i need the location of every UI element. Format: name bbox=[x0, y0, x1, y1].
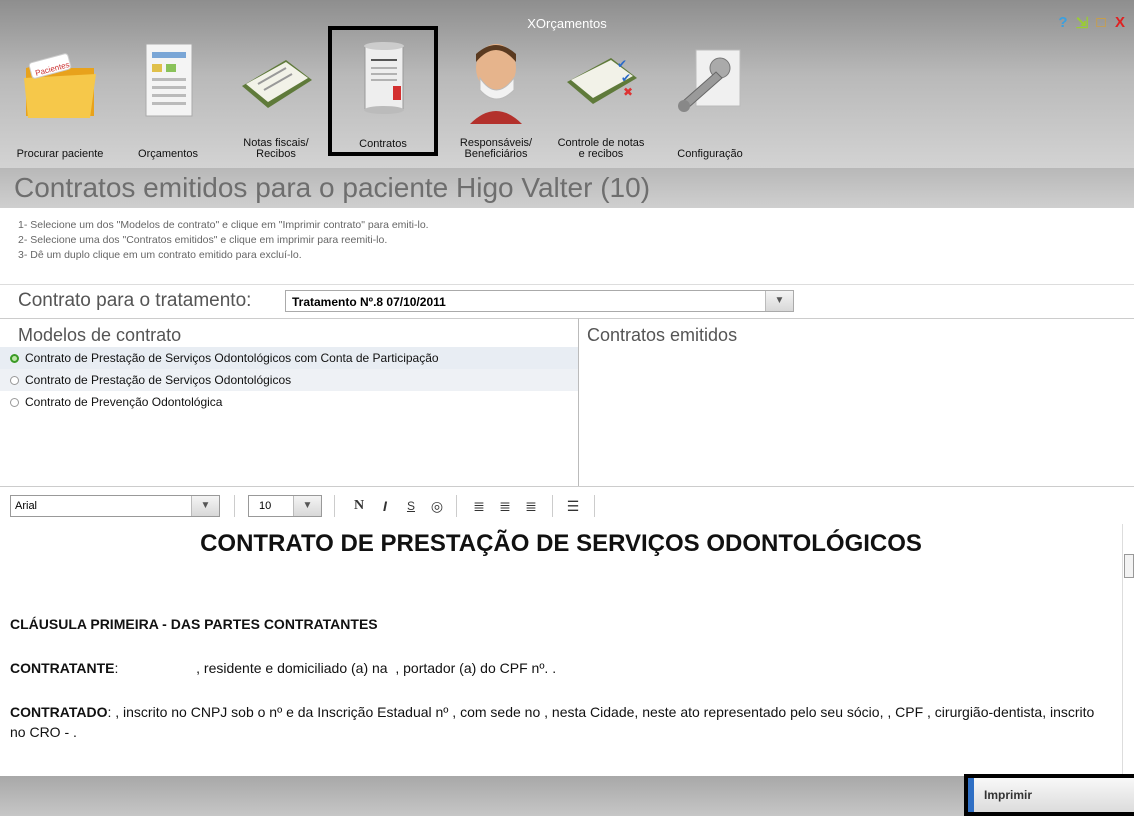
align-left-icon[interactable]: ≣ bbox=[468, 494, 490, 518]
contratante-label: CONTRATANTE bbox=[10, 660, 115, 676]
align-right-icon[interactable]: ≣ bbox=[520, 494, 542, 518]
separator bbox=[334, 495, 335, 517]
contratante-paragraph: CONTRATANTE: , residente e domiciliado (… bbox=[10, 658, 556, 678]
page-title: Contratos emitidos para o paciente Higo … bbox=[14, 172, 651, 203]
issued-title: Contratos emitidos bbox=[587, 325, 738, 345]
font-value: Arial bbox=[15, 500, 38, 512]
treatment-row: Contrato para o tratamento: Tratamento N… bbox=[0, 284, 1134, 319]
chevron-down-icon[interactable]: ▼ bbox=[191, 496, 219, 516]
font-size-select[interactable]: 10 ▼ bbox=[248, 495, 322, 517]
model-item[interactable]: Contrato de Prevenção Odontológica bbox=[0, 391, 578, 413]
issued-contracts-panel: Contratos emitidos bbox=[579, 318, 1134, 487]
toolbar-receipts-control[interactable]: ✔ ✔ ✖ Controle de notas e recibos bbox=[556, 38, 646, 166]
document-editor[interactable]: CONTRATO DE PRESTAÇÃO DE SERVIÇOS ODONTO… bbox=[0, 524, 1122, 776]
contratado-label: CONTRATADO bbox=[10, 704, 108, 720]
bold-button[interactable]: N bbox=[348, 494, 370, 518]
toolbar-label: Orçamentos bbox=[138, 148, 198, 160]
bullet-list-icon[interactable]: ☰ bbox=[562, 494, 584, 518]
app-title: XOrçamentos bbox=[527, 16, 607, 31]
model-item[interactable]: Contrato de Prestação de Serviços Odonto… bbox=[0, 347, 578, 369]
toolbar-label: Notas fiscais/ Recibos bbox=[243, 137, 309, 160]
toolbar-label: Configuração bbox=[677, 148, 743, 160]
contract-models-panel: Modelos de contrato Contrato de Prestaçã… bbox=[0, 318, 579, 487]
contratante-text: : , residente e domiciliado (a) na , por… bbox=[114, 660, 557, 676]
text-color-icon[interactable]: ◎ bbox=[426, 494, 448, 518]
instruction-line: 3- Dê um duplo clique em um contrato emi… bbox=[18, 249, 302, 261]
toolbar-label: Controle de notas e recibos bbox=[557, 137, 645, 160]
instruction-line: 1- Selecione um dos "Modelos de contrato… bbox=[18, 219, 429, 231]
maximize-icon[interactable]: □ bbox=[1093, 14, 1109, 32]
model-label: Contrato de Prestação de Serviços Odonto… bbox=[25, 351, 439, 365]
print-button[interactable]: Imprimir bbox=[964, 774, 1134, 816]
italic-button[interactable]: I bbox=[374, 494, 396, 518]
receipt-clipboard-icon bbox=[242, 60, 312, 108]
separator bbox=[552, 495, 553, 517]
models-title: Modelos de contrato bbox=[18, 325, 182, 345]
toolbar-budgets[interactable]: Orçamentos bbox=[118, 38, 218, 166]
svg-text:✔: ✔ bbox=[617, 57, 627, 71]
editor-scrollbar[interactable] bbox=[1122, 524, 1134, 776]
treatment-value: Tratamento Nº.8 07/10/2011 bbox=[292, 295, 446, 309]
separator bbox=[594, 495, 595, 517]
folder-icon: Pacientes bbox=[24, 53, 96, 118]
model-label: Contrato de Prestação de Serviços Odonto… bbox=[25, 373, 292, 387]
contratado-text: : , inscrito no CNPJ sob o nº e da Inscr… bbox=[10, 704, 1095, 740]
radio-selected-icon[interactable] bbox=[10, 353, 19, 363]
toolbar-label: Responsáveis/ Beneficiários bbox=[459, 137, 533, 160]
underline-button[interactable]: S bbox=[400, 494, 422, 518]
separator bbox=[234, 495, 235, 517]
clause-heading: CLÁUSULA PRIMEIRA - DAS PARTES CONTRATAN… bbox=[10, 616, 378, 632]
toolbar-settings[interactable]: Configuração bbox=[660, 38, 760, 166]
budget-sheet-icon bbox=[145, 43, 193, 117]
window-controls: ? ⇲ □ X bbox=[1055, 14, 1128, 32]
treatment-label: Contrato para o tratamento: bbox=[18, 290, 252, 311]
instructions: 1- Selecione um dos "Modelos de contrato… bbox=[18, 218, 429, 263]
toolbar-guardians[interactable]: Responsáveis/ Beneficiários bbox=[440, 38, 552, 166]
chevron-down-icon[interactable]: ▼ bbox=[293, 496, 321, 516]
treatment-select[interactable]: Tratamento Nº.8 07/10/2011 ▼ bbox=[285, 290, 794, 312]
font-size-value: 10 bbox=[259, 500, 272, 512]
svg-text:✔: ✔ bbox=[621, 71, 631, 85]
contratado-paragraph: CONTRATADO: , inscrito no CNPJ sob o nº … bbox=[10, 702, 1110, 742]
svg-text:✖: ✖ bbox=[623, 85, 633, 99]
radio-icon[interactable] bbox=[10, 375, 19, 385]
person-mask-icon bbox=[470, 44, 522, 124]
toolbar-label: Contratos bbox=[359, 138, 407, 150]
chevron-down-icon[interactable]: ▼ bbox=[765, 291, 793, 311]
model-label: Contrato de Prevenção Odontológica bbox=[25, 395, 223, 409]
wrench-gear-icon bbox=[678, 49, 741, 112]
radio-icon[interactable] bbox=[10, 397, 19, 407]
page-header: Contratos emitidos para o paciente Higo … bbox=[0, 168, 1134, 208]
align-center-icon[interactable]: ≣ bbox=[494, 494, 516, 518]
checklist-icon: ✔ ✔ ✖ bbox=[567, 57, 637, 104]
instruction-line: 2- Selecione uma dos "Contratos emitidos… bbox=[18, 234, 388, 246]
help-icon[interactable]: ? bbox=[1055, 14, 1071, 32]
main-toolbar: XOrçamentos ? ⇲ □ X Pacientes Procurar p… bbox=[0, 0, 1134, 168]
scroll-thumb[interactable] bbox=[1124, 554, 1134, 578]
model-item[interactable]: Contrato de Prestação de Serviços Odonto… bbox=[0, 369, 578, 391]
toolbar-contracts[interactable]: Contratos bbox=[328, 26, 438, 156]
scroll-icon bbox=[364, 42, 404, 114]
format-toolbar: Arial ▼ 10 ▼ N I S ◎ ≣ ≣ ≣ ☰ bbox=[0, 486, 1134, 526]
toolbar-search-patient[interactable]: Pacientes Procurar paciente bbox=[10, 38, 110, 166]
close-icon[interactable]: X bbox=[1112, 14, 1128, 32]
document-title: CONTRATO DE PRESTAÇÃO DE SERVIÇOS ODONTO… bbox=[200, 530, 922, 557]
font-select[interactable]: Arial ▼ bbox=[10, 495, 220, 517]
minimize-icon[interactable]: ⇲ bbox=[1074, 14, 1090, 32]
separator bbox=[456, 495, 457, 517]
toolbar-label: Procurar paciente bbox=[16, 148, 104, 160]
toolbar-invoices[interactable]: Notas fiscais/ Recibos bbox=[226, 38, 326, 166]
